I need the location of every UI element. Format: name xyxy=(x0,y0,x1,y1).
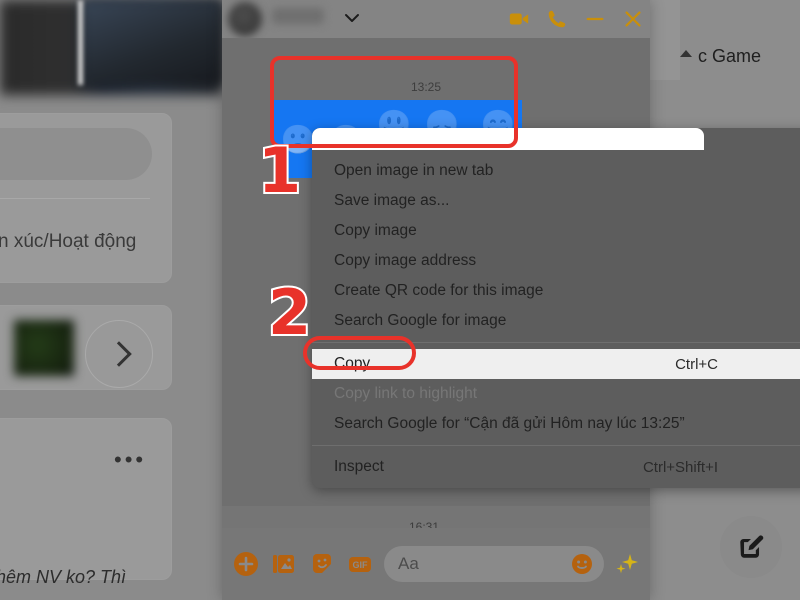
menu-item-copy-image-address[interactable]: Copy image address xyxy=(312,246,800,276)
context-menu[interactable]: Open image in new tab Save image as... C… xyxy=(312,128,800,488)
menu-item-open-image-new-tab[interactable]: Open image in new tab xyxy=(312,156,800,186)
sticker-face: 🙁 xyxy=(280,123,316,155)
voice-call-icon[interactable] xyxy=(546,8,568,30)
message-timestamp-top: 13:25 xyxy=(410,80,442,94)
menu-item-label: Search Google for image xyxy=(334,312,507,329)
background-game-label: c Game xyxy=(698,46,762,66)
menu-item-shortcut: Ctrl+Shift+I xyxy=(642,458,718,476)
contact-name xyxy=(272,8,324,24)
menu-item-label: Save image as... xyxy=(334,192,450,209)
menu-item-label: Search Google for “Cận đã gửi Hôm nay lú… xyxy=(334,415,685,432)
close-icon[interactable] xyxy=(622,8,644,30)
header-actions xyxy=(508,0,644,38)
emoji-icon[interactable] xyxy=(570,552,594,576)
video-call-icon[interactable] xyxy=(508,8,530,30)
chevron-down-icon[interactable] xyxy=(342,8,362,28)
background-next-arrow-icon[interactable] xyxy=(85,320,153,388)
background-thumbnail xyxy=(14,320,74,376)
message-composer: GIF Aa xyxy=(222,528,650,600)
background-photo-divider xyxy=(78,0,83,85)
menu-item-label: Create QR code for this image xyxy=(334,282,544,299)
gif-icon[interactable]: GIF xyxy=(346,550,374,578)
avatar[interactable] xyxy=(228,2,262,36)
background-card-bottom xyxy=(0,418,172,580)
background-emotion-label: n xúc/Hoạt động xyxy=(0,231,137,252)
compose-new-message-icon xyxy=(740,535,764,558)
menu-item-create-qr-code[interactable]: Create QR code for this image xyxy=(312,276,800,306)
menu-item-search-google-for-text[interactable]: Search Google for “Cận đã gửi Hôm nay lú… xyxy=(312,409,800,439)
menu-item-shortcut: Ctrl+C xyxy=(675,355,718,373)
message-input-placeholder: Aa xyxy=(398,554,419,573)
background-bottom-text: hêm NV ko? Thì xyxy=(0,567,127,587)
menu-item-save-image-as[interactable]: Save image as... xyxy=(312,186,800,216)
screenshot-root: n xúc/Hoạt động ••• hêm NV ko? Thì c Gam… xyxy=(0,0,800,600)
menu-item-label: Open image in new tab xyxy=(334,162,494,179)
compose-new-message-button[interactable] xyxy=(720,516,782,578)
menu-item-label: Copy image address xyxy=(334,252,477,269)
menu-item-copy-link-to-highlight: Copy link to highlight xyxy=(312,379,800,409)
menu-item-label: Inspect xyxy=(334,458,384,475)
background-right-strip xyxy=(648,0,680,80)
menu-separator xyxy=(312,445,800,446)
sticker-icon[interactable] xyxy=(308,550,336,578)
menu-item-label: Copy link to highlight xyxy=(334,385,478,402)
background-photo-right xyxy=(82,0,222,85)
menu-separator xyxy=(312,342,800,343)
menu-item-inspect[interactable]: Inspect Ctrl+Shift+I xyxy=(312,452,800,482)
add-plus-icon[interactable] xyxy=(232,550,260,578)
background-search-pill xyxy=(0,128,152,180)
image-icon[interactable] xyxy=(270,550,298,578)
background-more-dots-icon[interactable]: ••• xyxy=(114,449,146,471)
background-divider xyxy=(0,198,150,199)
sparkle-icon[interactable] xyxy=(614,551,640,577)
menu-item-search-google-for-image[interactable]: Search Google for image xyxy=(312,306,800,336)
menu-item-copy-image[interactable]: Copy image xyxy=(312,216,800,246)
chat-header xyxy=(222,0,650,38)
svg-text:GIF: GIF xyxy=(353,560,369,570)
collapse-caret-icon[interactable] xyxy=(680,50,692,57)
menu-item-copy[interactable]: Copy Ctrl+C xyxy=(312,349,800,379)
minimize-icon[interactable] xyxy=(584,8,606,30)
context-menu-top-edge xyxy=(312,128,704,150)
menu-item-label: Copy image xyxy=(334,222,417,239)
message-input[interactable]: Aa xyxy=(384,546,604,582)
menu-item-label: Copy xyxy=(334,355,371,372)
